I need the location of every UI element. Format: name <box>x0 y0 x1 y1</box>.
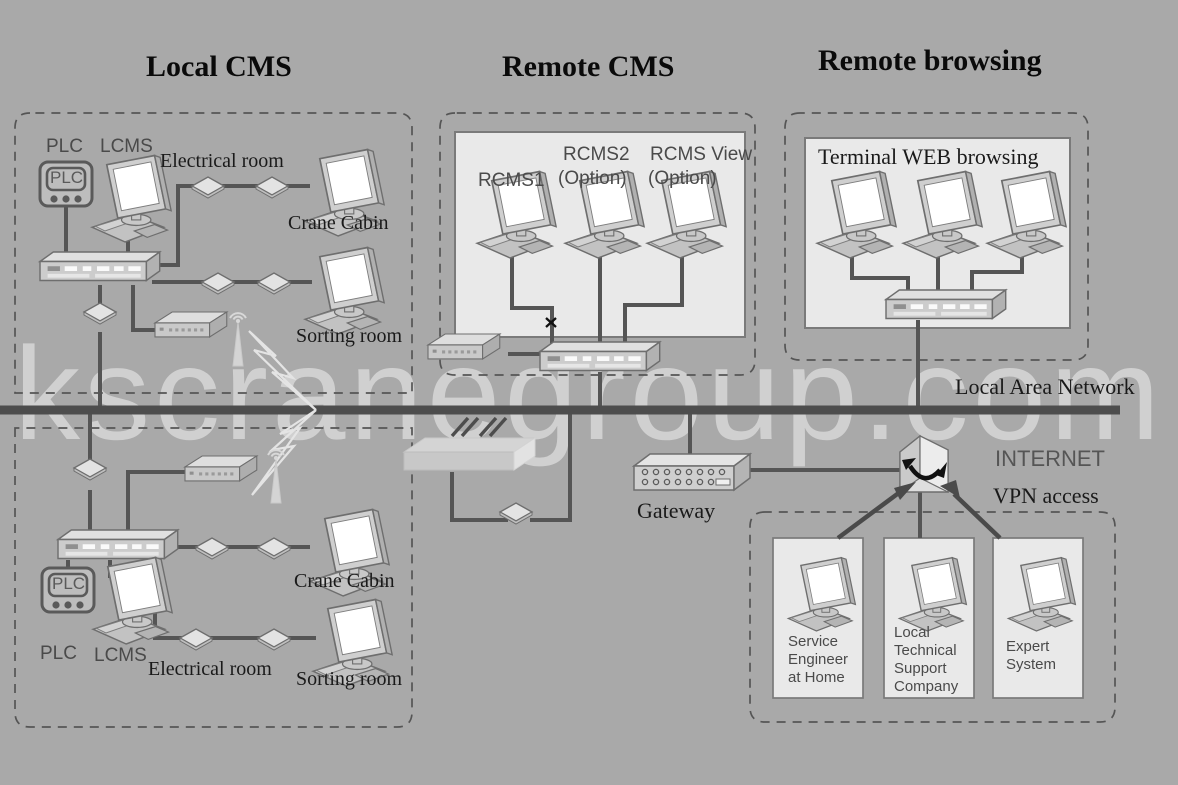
label-crane-cabin-top: Crane Cabin <box>288 212 389 234</box>
title-local-cms: Local CMS <box>146 50 292 83</box>
diamond-sorting-b-bottom <box>257 628 291 651</box>
label-service-engineer-l1: Service <box>788 633 839 650</box>
label-plc-device-text-top: PLC <box>50 168 84 187</box>
switch-local-bottom <box>57 529 179 560</box>
label-rcms-view-option: (Option) <box>648 168 717 189</box>
label-vpn-access: VPN access <box>993 483 1099 508</box>
cable-backbone-to-diamond-mid <box>530 410 572 522</box>
switch-local-top <box>39 251 161 282</box>
label-terminal-web-browsing: Terminal WEB browsing <box>818 144 1039 169</box>
label-rcms-view: RCMS View <box>650 144 753 165</box>
diamond-sw-down-top <box>83 302 117 325</box>
label-local-tech-support-l4: Company <box>894 678 959 695</box>
label-rcms1: RCMS1 <box>478 170 545 191</box>
label-sorting-room-top: Sorting room <box>296 325 403 347</box>
label-plc-device-text-bottom: PLC <box>52 574 86 593</box>
diamond-crane-b-bottom <box>257 537 291 560</box>
label-service-engineer-l3: at Home <box>788 669 845 686</box>
router-local-bottom <box>184 455 258 482</box>
router-remote-cms <box>427 333 501 360</box>
antenna-top <box>229 312 247 367</box>
label-plc-top: PLC <box>46 136 83 157</box>
diagram-canvas: kscranegroup.com Local CMS Remote CMS Re… <box>0 0 1178 785</box>
switch-remote-browsing <box>885 289 1007 320</box>
label-electrical-room-bottom: Electrical room <box>148 658 272 680</box>
internet-node <box>899 434 949 494</box>
label-service-engineer: Service Engineer at Home <box>788 633 860 687</box>
diamond-crane-a-bottom <box>195 537 229 560</box>
switch-remote-cms <box>539 341 661 372</box>
label-local-tech-support: Local Technical Support Company <box>894 624 976 696</box>
label-sorting-room-bottom: Sorting room <box>296 668 403 690</box>
label-local-area-network: Local Area Network <box>955 374 1135 399</box>
diamond-electrical-a-top <box>191 176 225 199</box>
diamond-electrical-b-top <box>255 176 289 199</box>
diamond-sorting-a-top <box>201 272 235 295</box>
wireless-bridge-box <box>402 416 537 471</box>
gateway-device <box>631 452 753 492</box>
label-rcms2: RCMS2 <box>563 144 630 165</box>
title-remote-browsing: Remote browsing <box>818 44 1042 77</box>
label-electrical-room-top: Electrical room <box>160 150 284 172</box>
diamond-sorting-b-top <box>257 272 291 295</box>
label-rcms2-option: (Option) <box>558 168 627 189</box>
label-plc-bottom: PLC <box>40 643 77 664</box>
label-lcms-top: LCMS <box>100 136 153 157</box>
lcms-pc-bottom <box>92 556 173 645</box>
signal-slashes-icon <box>450 416 508 438</box>
router-local-top <box>154 311 228 338</box>
label-service-engineer-l2: Engineer <box>788 651 849 668</box>
vpn-arrow-left-line <box>836 490 902 540</box>
lightning-lower <box>251 409 317 496</box>
diamond-backbone-bottom <box>73 458 107 481</box>
label-expert-system-l2: System <box>1006 656 1057 673</box>
diamond-sorting-a-bottom <box>179 628 213 651</box>
pc-sorting-room-top <box>304 246 385 335</box>
label-local-tech-support-l1: Local <box>894 624 930 641</box>
label-lcms-bottom: LCMS <box>94 645 147 666</box>
label-expert-system: Expert System <box>1006 638 1082 674</box>
antenna-bottom <box>267 449 285 504</box>
label-internet: INTERNET <box>995 446 1105 471</box>
label-expert-system-l1: Expert <box>1006 638 1050 655</box>
label-crane-cabin-bottom: Crane Cabin <box>294 570 395 592</box>
label-local-tech-support-l2: Technical <box>894 642 957 659</box>
label-gateway: Gateway <box>637 498 716 523</box>
label-local-tech-support-l3: Support <box>894 660 947 677</box>
title-remote-cms: Remote CMS <box>502 50 675 83</box>
